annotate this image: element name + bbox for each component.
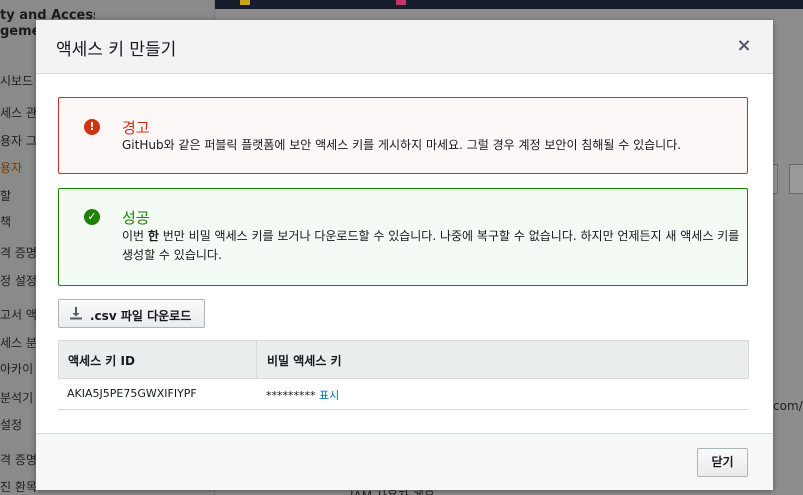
show-secret-link[interactable]: 표시 bbox=[319, 389, 339, 402]
check-icon: ✓ bbox=[84, 209, 100, 225]
sidebar-nav-item: 정 설정 bbox=[0, 274, 37, 288]
dialog-title: 액세스 키 만들기 bbox=[56, 40, 177, 60]
table-row: AKIA5J5PE75GWXIFIYPF ********* 표시 bbox=[58, 379, 749, 410]
close-button[interactable]: 닫기 bbox=[697, 448, 748, 477]
sidebar-nav-item: 진 환목 bbox=[0, 480, 37, 494]
sidebar-nav-item: 격 증명 bbox=[0, 453, 37, 467]
warning-alert: ! 경고 GitHub와 같은 퍼블릭 플랫폼에 보안 액세스 키를 게시하지 … bbox=[58, 97, 748, 174]
sidebar-nav-item: 세스 관 bbox=[0, 106, 37, 120]
dialog-header: 액세스 키 만들기 × bbox=[36, 20, 773, 74]
column-header-access-key-id: 액세스 키 ID bbox=[68, 354, 135, 368]
download-csv-button[interactable]: .csv 파일 다운로드 bbox=[58, 299, 205, 328]
sidebar-nav-item: 고서 액 bbox=[0, 308, 37, 322]
success-message-pre: 이번 bbox=[122, 229, 148, 243]
success-alert: ✓ 성공 이번 한 번만 비밀 액세스 키를 보거나 다운로드할 수 있습니다.… bbox=[58, 188, 748, 286]
close-icon[interactable]: × bbox=[735, 36, 753, 56]
column-header-secret-key: 비밀 액세스 키 bbox=[267, 354, 342, 368]
sidebar-nav-item: 아카이 bbox=[0, 362, 34, 376]
access-key-id-value: AKIA5J5PE75GWXIFIYPF bbox=[67, 387, 197, 400]
download-csv-label: .csv 파일 다운로드 bbox=[90, 309, 192, 323]
sidebar-nav-item: 할 bbox=[0, 189, 12, 203]
sidebar-nav-item: 책 bbox=[0, 215, 12, 229]
create-access-key-dialog: 액세스 키 만들기 × ! 경고 GitHub와 같은 퍼블릭 플랫폼에 보안 … bbox=[36, 20, 773, 490]
download-icon bbox=[70, 307, 82, 320]
access-key-table: 액세스 키 ID 비밀 액세스 키 AKIA5J5PE75GWXIFIYPF *… bbox=[58, 340, 749, 410]
sidebar-nav-item: 용자 bbox=[0, 161, 23, 175]
success-message-emphasis: 한 bbox=[147, 229, 159, 243]
background-url-fragment: com/c bbox=[773, 399, 803, 413]
background-button bbox=[789, 164, 803, 194]
warning-title: 경고 bbox=[122, 119, 150, 137]
table-header: 액세스 키 ID 비밀 액세스 키 bbox=[58, 340, 749, 380]
secret-key-cell: ********* 표시 bbox=[266, 387, 339, 403]
column-divider bbox=[256, 341, 257, 380]
sidebar-nav-item: 격 증명 bbox=[0, 246, 37, 260]
sidebar-nav-item: 분석기 bbox=[0, 391, 34, 405]
sidebar-nav-item: 용자 그 bbox=[0, 134, 37, 148]
service-icon bbox=[396, 0, 406, 5]
sidebar-nav-item: 설정 bbox=[0, 418, 23, 432]
success-title: 성공 bbox=[122, 209, 150, 227]
sidebar-nav-item: 세스 분 bbox=[0, 336, 37, 350]
secret-key-masked: ********* bbox=[266, 389, 316, 402]
sidebar-nav-item: 시보드 bbox=[0, 74, 34, 88]
warning-icon: ! bbox=[84, 119, 100, 135]
dialog-footer: 닫기 bbox=[36, 433, 773, 490]
success-message: 이번 한 번만 비밀 액세스 키를 보거나 다운로드할 수 있습니다. 나중에 … bbox=[122, 227, 742, 265]
success-message-post: 번만 비밀 액세스 키를 보거나 다운로드할 수 있습니다. 나중에 복구할 수… bbox=[122, 229, 740, 262]
service-icon bbox=[240, 0, 250, 5]
warning-message: GitHub와 같은 퍼블릭 플랫폼에 보안 액세스 키를 게시하지 마세요. … bbox=[122, 138, 682, 152]
